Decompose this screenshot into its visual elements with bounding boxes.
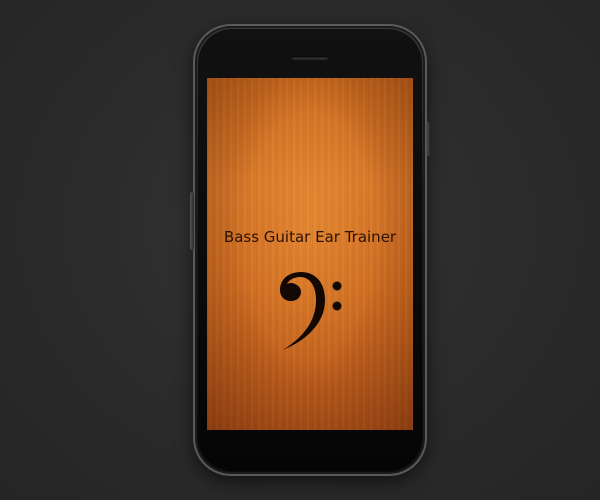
app-title: Bass Guitar Ear Trainer xyxy=(223,228,397,246)
phone-frame: Bass Guitar Ear Trainer xyxy=(190,24,430,476)
volume-button[interactable] xyxy=(190,192,194,250)
earpiece-speaker xyxy=(292,56,328,60)
device-mockup-background: Bass Guitar Ear Trainer xyxy=(0,0,600,500)
power-button[interactable] xyxy=(426,122,430,156)
bass-clef-icon xyxy=(280,272,342,350)
splash-screen: Bass Guitar Ear Trainer xyxy=(207,78,413,430)
